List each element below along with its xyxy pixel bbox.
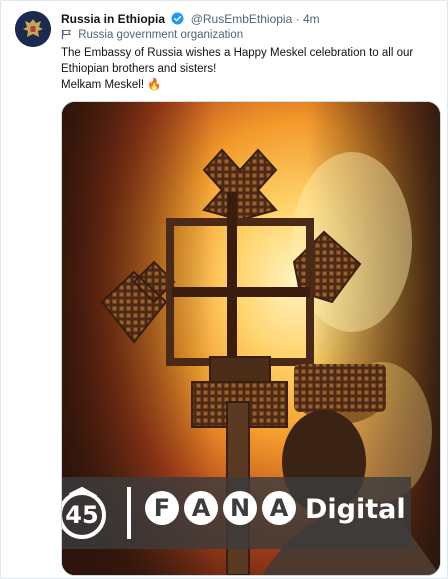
svg-text:45: 45	[65, 501, 98, 529]
fana-letter-f: F	[145, 491, 179, 525]
timestamp[interactable]: 4m	[303, 12, 320, 26]
tweet-text-line-2: Ethiopian brothers and sisters!	[61, 63, 217, 75]
tweet-text-line-3: Melkam Meskel! 🔥	[61, 79, 162, 91]
fana-letter-a2: A	[262, 491, 296, 525]
account-label-text: Russia government organization	[78, 29, 244, 41]
fana-digital-watermark: 45 FANA Digital	[62, 477, 411, 549]
verified-badge-icon	[171, 12, 184, 29]
eagle-emblem-icon	[15, 11, 51, 47]
tweet-card[interactable]: Russia in Ethiopia @RusEmbEthiopia · 4m …	[0, 0, 448, 579]
tweet-text-line-1: The Embassy of Russia wishes a Happy Mes…	[61, 47, 414, 59]
tweet-media-photo[interactable]: 45 FANA Digital	[61, 101, 441, 576]
fana-45-logo-icon: 45	[62, 485, 114, 548]
separator-dot: ·	[295, 12, 300, 26]
watermark-digital-word: Digital	[305, 494, 406, 525]
tweet-header: Russia in Ethiopia @RusEmbEthiopia · 4m	[61, 11, 320, 29]
russian-emblem-avatar[interactable]	[15, 11, 51, 47]
watermark-divider	[127, 487, 131, 539]
display-name[interactable]: Russia in Ethiopia	[61, 12, 165, 26]
user-handle[interactable]: @RusEmbEthiopia	[191, 12, 293, 26]
fana-letter-n: N	[223, 491, 257, 525]
fana-letter-a: A	[184, 491, 218, 525]
flag-icon	[61, 29, 72, 45]
fana-letters: FANA	[145, 491, 301, 525]
account-label: Russia government organization	[61, 28, 243, 45]
tweet-text: The Embassy of Russia wishes a Happy Mes…	[61, 45, 436, 93]
